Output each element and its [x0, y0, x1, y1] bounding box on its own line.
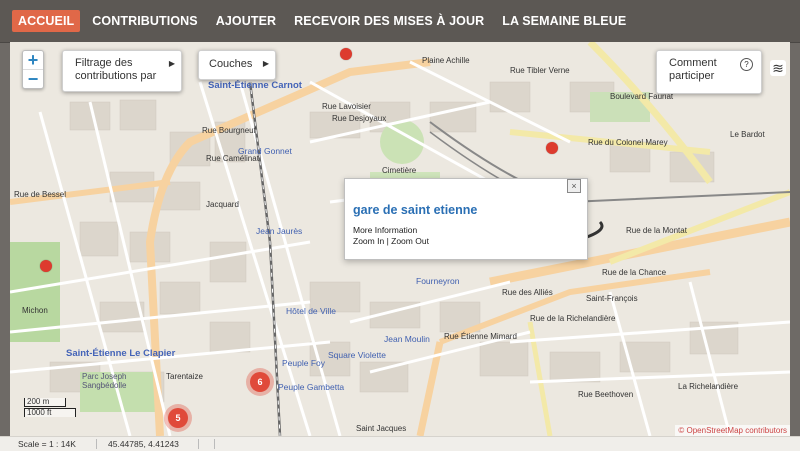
map-marker[interactable] — [40, 260, 52, 272]
place-label-saint-jacques: Saint Jacques — [356, 424, 407, 433]
place-label-square-violette: Square Violette — [328, 350, 386, 360]
scale-readout: Scale = 1 : 14K — [18, 439, 76, 449]
place-label-le-bardot: Le Bardot — [730, 130, 765, 139]
place-label-la-richelandiere: La Richelandière — [678, 382, 739, 391]
filter-label: Filtrage des contributions par — [75, 57, 157, 82]
place-label-michon: Michon — [22, 306, 48, 315]
map-marker[interactable] — [340, 48, 352, 60]
place-label-hotel-de-ville: Hôtel de Ville — [286, 306, 336, 316]
place-label-carnot: Saint-Étienne Carnot — [208, 80, 302, 91]
zoom-in-button[interactable]: + — [23, 51, 43, 69]
map-canvas[interactable]: Saint-Étienne Carnot Saint-Étienne Le Cl… — [10, 42, 790, 436]
place-label-jean-moulin: Jean Moulin — [384, 334, 430, 344]
more-information-link[interactable]: More Information — [353, 225, 417, 235]
place-label-le-clapier: Saint-Étienne Le Clapier — [66, 348, 176, 359]
tab-accueil[interactable]: ACCUEIL — [12, 10, 81, 32]
zoom-out-button[interactable]: − — [23, 69, 43, 88]
tab-recevoir-mises-a-jour[interactable]: RECEVOIR DES MISES À JOUR — [288, 10, 490, 32]
place-label-jacquard: Jacquard — [206, 200, 239, 209]
zoom-control: + − — [22, 50, 44, 89]
place-label-saint-francois: Saint-François — [586, 294, 638, 303]
cluster-marker[interactable]: 5 — [168, 408, 188, 428]
street-label-lavoisier: Rue Lavoisier — [322, 102, 371, 111]
close-icon[interactable]: × — [567, 179, 581, 193]
map-attribution[interactable]: © OpenStreetMap contributors — [675, 425, 790, 436]
street-label-tibler-verne: Rue Tibler Verne — [510, 66, 570, 75]
layers-label: Couches — [209, 58, 253, 70]
filter-contributions-button[interactable]: Filtrage des contributions par ▶ — [62, 50, 182, 92]
scale-metric: 200 m — [24, 398, 66, 407]
place-label-tarentaize: Tarentaize — [166, 372, 203, 381]
street-label-bourgneuf: Rue Bourgneuf — [202, 126, 256, 135]
place-label-peuple-gambetta: Peuple Gambetta — [278, 382, 345, 392]
zoom-out-link[interactable]: Zoom Out — [391, 236, 429, 246]
place-label-fourneyron: Fourneyron — [416, 276, 460, 286]
street-label-montat: Rue de la Montat — [626, 226, 687, 235]
street-label-desjoyaux: Rue Desjoyaux — [332, 114, 387, 123]
street-label-chance: Rue de la Chance — [602, 268, 667, 277]
street-label-beethoven: Rue Beethoven — [578, 390, 634, 399]
popup-zoom-links: Zoom In | Zoom Out — [353, 236, 429, 246]
street-label-etienne-mimard: Rue Étienne Mimard — [444, 332, 517, 341]
street-label-camelinat: Rue Camélinat — [206, 154, 259, 163]
layers-stack-icon[interactable]: ≋ — [770, 60, 786, 76]
map-marker-selected[interactable] — [546, 142, 558, 154]
tab-ajouter[interactable]: AJOUTER — [210, 10, 282, 32]
top-navigation-bar: ACCUEIL CONTRIBUTIONS AJOUTER RECEVOIR D… — [0, 0, 800, 43]
place-label-parc-sangbedolle: Parc Joseph Sangbédolle — [82, 372, 127, 390]
status-divider — [198, 439, 199, 449]
coordinates-readout: 45.44785, 4.41243 — [108, 439, 179, 449]
place-label-cimetiere: Cimetière — [382, 166, 417, 175]
status-divider — [214, 439, 215, 449]
cluster-marker[interactable]: 6 — [250, 372, 270, 392]
place-label-jean-jaures: Jean Jaurès — [256, 226, 303, 236]
street-label-richelandiere: Rue de la Richelandière — [530, 314, 616, 323]
location-popup: × gare de saint etienne More Information… — [344, 178, 588, 260]
help-icon: ? — [740, 58, 753, 71]
street-label-bessel: Rue de Bessel — [14, 190, 67, 199]
comment-label: Comment participer — [669, 57, 717, 82]
zoom-in-link[interactable]: Zoom In — [353, 236, 384, 246]
street-label-allies: Rue des Alliés — [502, 288, 553, 297]
status-bar: Scale = 1 : 14K 45.44785, 4.41243 — [0, 436, 800, 451]
layers-button[interactable]: Couches ▶ — [198, 50, 276, 80]
chevron-right-icon: ▶ — [168, 59, 175, 68]
street-label-colonel-marey: Rue du Colonel Marey — [588, 138, 668, 147]
chevron-right-icon: ▶ — [262, 59, 269, 68]
nav-tabs: ACCUEIL CONTRIBUTIONS AJOUTER RECEVOIR D… — [12, 10, 638, 32]
status-divider — [96, 439, 97, 449]
place-label-plaine-achille: Plaine Achille — [422, 56, 470, 65]
scale-bar: 200 m 1000 ft — [24, 398, 82, 422]
tab-contributions[interactable]: CONTRIBUTIONS — [86, 10, 203, 32]
tab-la-semaine-bleue[interactable]: LA SEMAINE BLEUE — [496, 10, 632, 32]
place-label-peuple-foy: Peuple Foy — [282, 358, 325, 368]
popup-title[interactable]: gare de saint etienne — [353, 203, 477, 217]
comment-participer-button[interactable]: Comment participer ? — [656, 50, 762, 94]
scale-imperial: 1000 ft — [24, 408, 76, 417]
